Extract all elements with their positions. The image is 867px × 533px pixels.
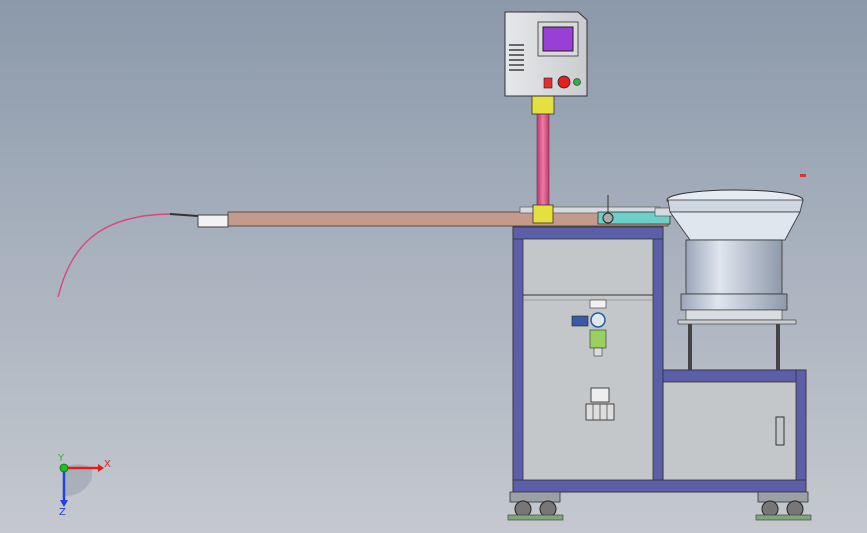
sensor-marker bbox=[800, 174, 806, 177]
wire-cable bbox=[57, 213, 171, 298]
base-frame bbox=[512, 479, 807, 493]
y-axis-dot bbox=[59, 463, 69, 473]
axis-z-label: Z bbox=[59, 507, 66, 518]
caster-right bbox=[755, 491, 812, 521]
wire-end bbox=[169, 213, 199, 217]
emergency-stop-button bbox=[557, 75, 571, 89]
axis-triad: X Y Z bbox=[57, 453, 111, 518]
control-pillar bbox=[531, 95, 555, 224]
main-cabinet bbox=[512, 226, 664, 493]
cad-viewport[interactable]: X Y Z bbox=[0, 0, 867, 533]
axis-y-label: Y bbox=[57, 453, 65, 464]
vibratory-bowl bbox=[666, 174, 806, 370]
side-cabinet bbox=[662, 369, 807, 493]
power-switch bbox=[543, 77, 553, 89]
machine-drawing: X Y Z bbox=[57, 11, 812, 521]
hmi-control-box bbox=[504, 11, 588, 97]
hmi-screen bbox=[542, 26, 574, 52]
axis-x-label: X bbox=[104, 459, 111, 470]
start-button bbox=[573, 78, 581, 86]
caster-left bbox=[507, 491, 564, 521]
conveyor-rail bbox=[197, 206, 669, 228]
